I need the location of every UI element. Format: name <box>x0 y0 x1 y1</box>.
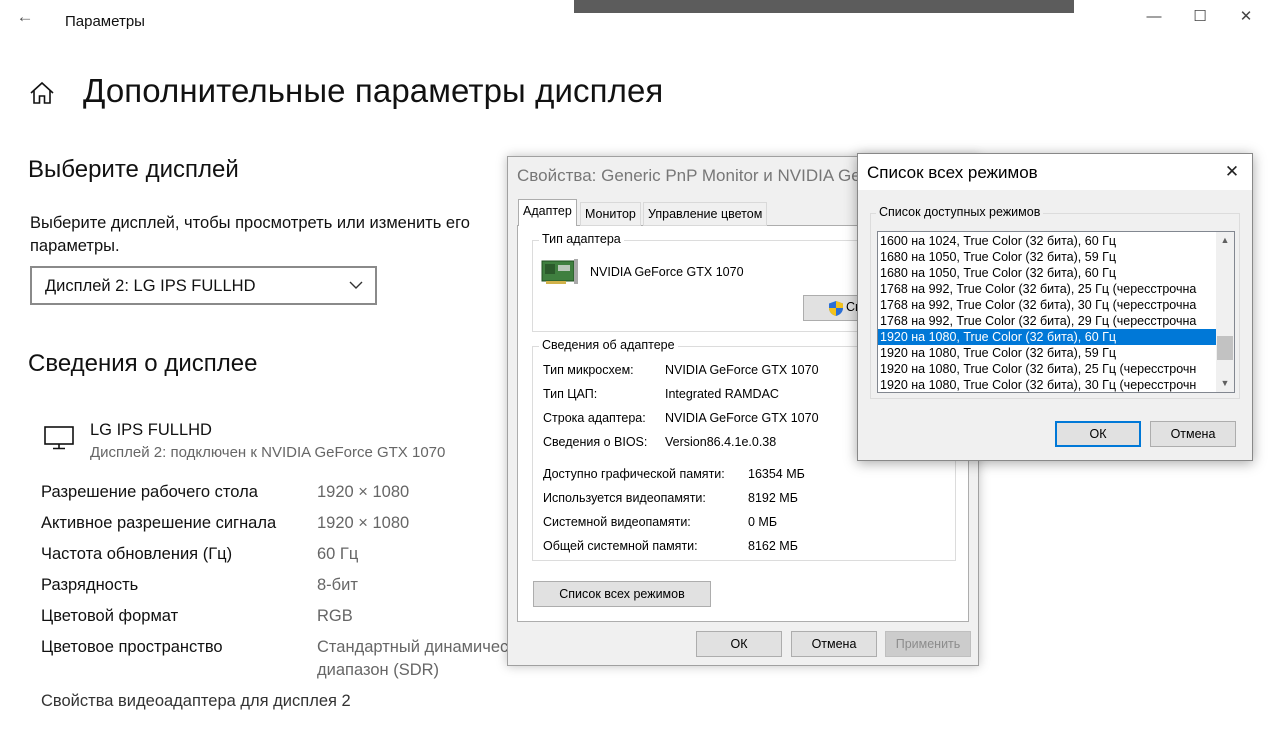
list-all-modes-button[interactable]: Список всех режимов <box>533 581 711 607</box>
prop-value-refresh-rate: 60 Гц <box>317 545 359 563</box>
prop-value-active-resolution: 1920 × 1080 <box>317 514 410 532</box>
prop-label-color-space: Цветовое пространство <box>41 638 223 656</box>
dedicated-video-memory-label: Используется видеопамяти: <box>543 491 706 505</box>
close-icon[interactable]: ✕ <box>1231 6 1261 28</box>
monitor-name: LG IPS FULLHD <box>90 421 212 439</box>
adapter-name: NVIDIA GeForce GTX 1070 <box>590 265 744 279</box>
prop-label-color-format: Цветовой формат <box>41 607 179 625</box>
prop-value-color-space: Стандартный динамический <box>317 638 507 656</box>
prop-value-desktop-resolution: 1920 × 1080 <box>317 483 410 501</box>
select-display-description: Выберите дисплей, чтобы просмотреть или … <box>30 214 470 255</box>
select-display-heading: Выберите дисплей <box>28 156 239 183</box>
list-item[interactable]: 1768 на 992, True Color (32 бита), 25 Гц… <box>878 281 1217 297</box>
list-item[interactable]: 1680 на 1050, True Color (32 бита), 59 Г… <box>878 249 1217 265</box>
prop-label-desktop-resolution: Разрешение рабочего стола <box>41 483 258 501</box>
bios-info-label: Сведения о BIOS: <box>543 435 648 449</box>
display-select[interactable]: Дисплей 2: LG IPS FULLHD <box>30 266 377 305</box>
dac-type-label: Тип ЦАП: <box>543 387 598 401</box>
list-item[interactable]: 1920 на 1080, True Color (32 бита), 25 Г… <box>878 361 1217 377</box>
available-modes-legend: Список доступных режимов <box>876 205 1044 219</box>
prop-label-bit-depth: Разрядность <box>41 576 139 594</box>
total-graphics-memory-label: Доступно графической памяти: <box>543 467 725 481</box>
window-title: Параметры <box>65 13 145 30</box>
list-item[interactable]: 1768 на 992, True Color (32 бита), 30 Гц… <box>878 297 1217 313</box>
monitor-subtitle: Дисплей 2: подключен к NVIDIA GeForce GT… <box>90 444 446 461</box>
prop-value-color-space-line2: диапазон (SDR) <box>317 661 440 679</box>
modes-cancel-button[interactable]: Отмена <box>1150 421 1236 447</box>
tab-monitor[interactable]: Монитор <box>580 202 641 226</box>
adapter-info-legend: Сведения об адаптере <box>539 338 678 352</box>
back-arrow-icon[interactable]: ← <box>14 6 36 28</box>
scroll-down-icon[interactable]: ▼ <box>1216 375 1234 392</box>
scroll-up-icon[interactable]: ▲ <box>1216 232 1234 249</box>
modes-dialog-title: Список всех режимов <box>867 163 1038 182</box>
modes-scrollbar[interactable]: ▲ ▼ <box>1216 232 1234 392</box>
modes-ok-button[interactable]: ОК <box>1055 421 1141 447</box>
minimize-icon[interactable]: — <box>1139 6 1169 28</box>
list-item[interactable]: 1768 на 992, True Color (32 бита), 29 Гц… <box>878 313 1217 329</box>
display-select-value: Дисплей 2: LG IPS FULLHD <box>45 277 256 295</box>
system-video-memory-value: 0 МБ <box>748 515 778 529</box>
tab-color-management[interactable]: Управление цветом <box>643 202 768 226</box>
close-icon[interactable]: ✕ <box>1220 160 1244 184</box>
available-modes-group: Список доступных режимов 1600 на 1024, T… <box>870 205 1240 399</box>
scrollbar-thumb[interactable] <box>1217 336 1233 360</box>
modes-listbox[interactable]: 1600 на 1024, True Color (32 бита), 60 Г… <box>877 231 1235 393</box>
modes-list: 1600 на 1024, True Color (32 бита), 60 Г… <box>878 233 1217 392</box>
prop-label-active-resolution: Активное разрешение сигнала <box>41 514 277 532</box>
list-item[interactable]: 1920 на 1080, True Color (32 бита), 60 Г… <box>878 329 1217 345</box>
adapter-properties-link[interactable]: Свойства видеоадаптера для дисплея 2 <box>41 692 351 711</box>
uac-shield-icon <box>829 301 843 316</box>
list-item[interactable]: 1680 на 1050, True Color (32 бита), 60 Г… <box>878 265 1217 281</box>
system-video-memory-label: Системной видеопамяти: <box>543 515 691 529</box>
total-graphics-memory-value: 16354 МБ <box>748 467 805 481</box>
page-title: Дополнительные параметры дисплея <box>83 72 664 109</box>
adapter-ok-button[interactable]: ОК <box>696 631 782 657</box>
display-info-heading: Сведения о дисплее <box>28 350 258 377</box>
chevron-down-icon <box>349 281 363 289</box>
adapter-type-legend: Тип адаптера <box>539 232 624 246</box>
title-bar: ← Параметры — ☐ ✕ <box>0 0 1269 40</box>
prop-value-color-format: RGB <box>317 607 353 625</box>
bios-info-value: Version86.4.1e.0.38 <box>665 435 777 449</box>
adapter-apply-button[interactable]: Применить <box>885 631 971 657</box>
adapter-cancel-button[interactable]: Отмена <box>791 631 877 657</box>
tab-adapter[interactable]: Адаптер <box>518 199 577 226</box>
performance-overlay <box>574 0 1074 13</box>
maximize-icon[interactable]: ☐ <box>1185 6 1215 28</box>
list-item[interactable]: 1920 на 1080, True Color (32 бита), 59 Г… <box>878 345 1217 361</box>
prop-label-refresh-rate: Частота обновления (Гц) <box>41 545 233 563</box>
video-card-icon <box>541 259 578 284</box>
adapter-string-label: Строка адаптера: <box>543 411 646 425</box>
all-modes-dialog: Список всех режимов ✕ Список доступных р… <box>857 153 1253 461</box>
list-item[interactable]: 1920 на 1080, True Color (32 бита), 30 Г… <box>878 377 1217 392</box>
chip-type-label: Тип микросхем: <box>543 363 634 377</box>
shared-system-memory-label: Общей системной памяти: <box>543 539 698 553</box>
monitor-icon <box>44 426 74 450</box>
home-icon[interactable] <box>28 80 56 106</box>
adapter-string-value: NVIDIA GeForce GTX 1070 <box>665 411 819 425</box>
dac-type-value: Integrated RAMDAC <box>665 387 779 401</box>
shared-system-memory-value: 8162 МБ <box>748 539 798 553</box>
list-item[interactable]: 1600 на 1024, True Color (32 бита), 60 Г… <box>878 233 1217 249</box>
chip-type-value: NVIDIA GeForce GTX 1070 <box>665 363 819 377</box>
prop-value-bit-depth: 8-бит <box>317 576 358 594</box>
modes-dialog-header: Список всех режимов ✕ <box>858 154 1252 190</box>
dedicated-video-memory-value: 8192 МБ <box>748 491 798 505</box>
